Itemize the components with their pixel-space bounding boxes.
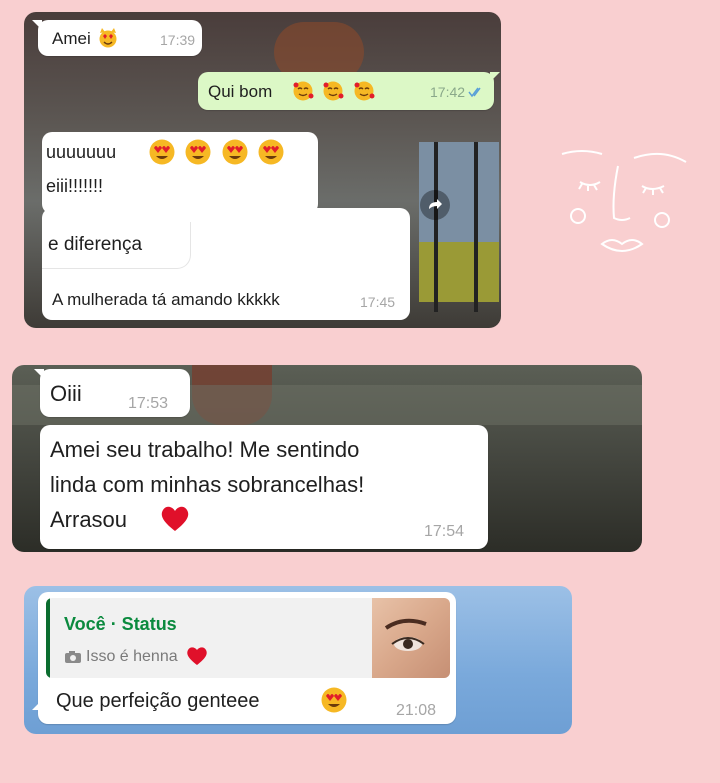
message-text: Qui bom bbox=[208, 82, 273, 101]
message-incoming[interactable]: Amei seu trabalho! Me sentindo linda com… bbox=[40, 425, 488, 549]
heart-eyes-icon bbox=[149, 139, 175, 165]
message-text-row: e diferença bbox=[42, 222, 191, 269]
message-text-line: linda com minhas sobrancelhas! bbox=[50, 472, 365, 497]
message-text: e diferença bbox=[48, 234, 143, 255]
message-outgoing[interactable]: Qui bom 17:42 bbox=[198, 72, 500, 110]
reply-quote[interactable]: Você · Status Isso é henna bbox=[46, 598, 450, 678]
forward-icon bbox=[429, 199, 442, 209]
double-check-icon bbox=[468, 87, 481, 98]
reply-author: Você · Status bbox=[64, 614, 177, 634]
reply-caption: Isso é henna bbox=[86, 648, 178, 665]
forward-button[interactable] bbox=[420, 190, 450, 220]
smiling-face-hearts-icon bbox=[354, 81, 375, 101]
status-thumbnail[interactable] bbox=[372, 598, 450, 678]
message-time: 21:08 bbox=[396, 702, 437, 719]
message-time: 17:42 bbox=[430, 84, 466, 100]
message-text-line: Amei seu trabalho! Me sentindo bbox=[50, 437, 360, 462]
red-heart-icon bbox=[187, 647, 207, 665]
face-line-art-icon bbox=[561, 150, 687, 252]
message-text: Amei bbox=[52, 29, 91, 48]
chat-screenshot-2: Oiii 17:53 Amei seu trabalho! Me sentind… bbox=[12, 365, 642, 552]
emoji-group bbox=[292, 80, 375, 107]
message-text: A mulherada tá amando kkkkk bbox=[52, 290, 280, 309]
message-incoming[interactable]: Oiii 17:53 bbox=[34, 369, 190, 417]
message-text-line: eiii!!!!!!! bbox=[46, 176, 104, 196]
emoji-group bbox=[148, 138, 285, 171]
chat-screenshot-1: Amei 17:39 Qui bom 17:42 uuuuuuu eiii!!!… bbox=[24, 12, 501, 328]
smiling-face-hearts-icon bbox=[323, 81, 344, 101]
heart-eyes-icon bbox=[185, 139, 211, 165]
message-incoming[interactable]: e diferença A mulherada tá amando kkkkk … bbox=[42, 208, 410, 320]
message-incoming[interactable]: Você · Status Isso é henna Que perfeição… bbox=[32, 592, 456, 724]
message-time: 17:45 bbox=[360, 294, 396, 310]
chat-screenshot-3: Você · Status Isso é henna Que perfeição… bbox=[24, 586, 572, 734]
message-time: 17:54 bbox=[424, 523, 465, 540]
reply-accent-bar bbox=[46, 598, 50, 678]
heart-eyes-icon bbox=[222, 139, 248, 165]
heart-eyes-icon bbox=[258, 139, 284, 165]
smiling-cat-heart-eyes-icon bbox=[99, 28, 117, 48]
message-text-line: Arrasou bbox=[50, 507, 128, 532]
camera-icon bbox=[65, 651, 81, 663]
message-text: Oiii bbox=[50, 381, 82, 406]
eyebrow-photo-icon bbox=[384, 618, 427, 651]
message-time: 17:39 bbox=[160, 32, 196, 48]
smiling-face-hearts-icon bbox=[293, 81, 314, 101]
message-incoming[interactable]: uuuuuuu eiii!!!!!!! bbox=[42, 132, 318, 214]
red-heart-icon bbox=[161, 506, 189, 531]
message-time: 17:53 bbox=[128, 395, 169, 412]
message-incoming[interactable]: Amei 17:39 bbox=[32, 20, 202, 56]
message-text: Que perfeição genteee bbox=[56, 690, 260, 712]
heart-eyes-icon bbox=[321, 687, 347, 713]
message-text-line: uuuuuuu bbox=[46, 142, 117, 162]
